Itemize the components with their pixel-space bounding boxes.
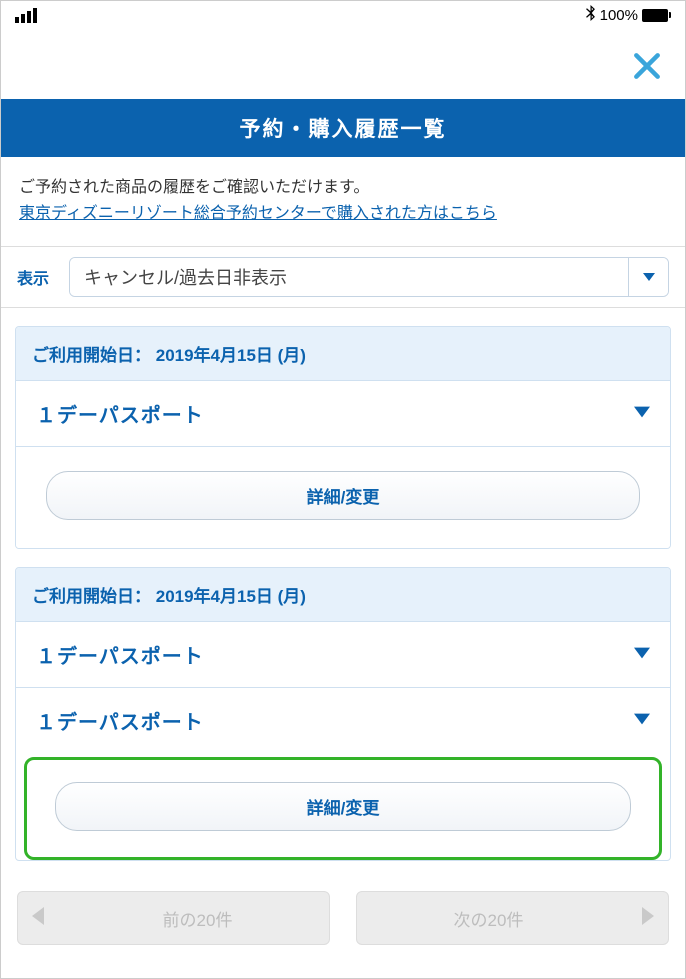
status-left <box>15 8 37 23</box>
booking-date-label: ご利用開始日： <box>32 587 151 606</box>
booking-item-title: １デーパスポート <box>36 706 204 735</box>
booking-date: ご利用開始日： 2019年4月15日 (月) <box>16 568 670 621</box>
chevron-down-icon <box>634 646 650 664</box>
pager: 前の20件 次の20件 <box>1 861 685 975</box>
filter-selected-value: キャンセル/過去日非表示 <box>70 258 628 296</box>
status-bar: 100% <box>1 1 685 31</box>
pager-next-button[interactable]: 次の20件 <box>356 891 669 945</box>
phone-frame: 100% 予約・購入履歴一覧 ご予約された商品の履歴をご確認いただけます。 東京… <box>0 0 686 979</box>
chevron-down-icon <box>628 258 668 296</box>
booking-action-area: 詳細/変更 <box>16 447 670 548</box>
booking-item-title: １デーパスポート <box>36 640 204 669</box>
battery-icon <box>642 9 671 22</box>
filter-select[interactable]: キャンセル/過去日非表示 <box>69 257 669 297</box>
filter-label: 表示 <box>17 265 49 289</box>
pager-prev-button[interactable]: 前の20件 <box>17 891 330 945</box>
chevron-left-icon <box>32 907 44 930</box>
status-right: 100% <box>585 5 671 25</box>
chevron-down-icon <box>634 712 650 730</box>
close-icon[interactable] <box>631 49 663 89</box>
booking-item-title: １デーパスポート <box>36 399 204 428</box>
intro-link[interactable]: 東京ディズニーリゾート総合予約センターで購入された方はこちら <box>19 205 497 222</box>
booking-date-value: 2019年4月15日 (月) <box>156 346 306 365</box>
pager-next-label: 次の20件 <box>357 906 620 931</box>
highlighted-action: 詳細/変更 <box>24 757 662 860</box>
booking-date: ご利用開始日： 2019年4月15日 (月) <box>16 327 670 380</box>
booking-date-value: 2019年4月15日 (月) <box>156 587 306 606</box>
booking-card: ご利用開始日： 2019年4月15日 (月) １デーパスポート １デーパスポート… <box>15 567 671 861</box>
chevron-right-icon <box>642 907 654 930</box>
intro-block: ご予約された商品の履歴をご確認いただけます。 東京ディズニーリゾート総合予約セン… <box>1 157 685 246</box>
booking-item-row[interactable]: １デーパスポート <box>16 380 670 446</box>
detail-change-button[interactable]: 詳細/変更 <box>46 471 640 520</box>
battery-percent: 100% <box>600 7 638 24</box>
close-row <box>1 31 685 99</box>
chevron-down-icon <box>634 405 650 423</box>
signal-icon <box>15 8 37 23</box>
booking-item-row[interactable]: １デーパスポート <box>16 687 670 753</box>
filter-row: 表示 キャンセル/過去日非表示 <box>1 246 685 308</box>
pager-prev-label: 前の20件 <box>66 906 329 931</box>
booking-item-row[interactable]: １デーパスポート <box>16 621 670 687</box>
page-title: 予約・購入履歴一覧 <box>1 99 685 157</box>
booking-card: ご利用開始日： 2019年4月15日 (月) １デーパスポート 詳細/変更 <box>15 326 671 549</box>
booking-date-label: ご利用開始日： <box>32 346 151 365</box>
intro-text: ご予約された商品の履歴をご確認いただけます。 <box>19 175 667 201</box>
detail-change-button[interactable]: 詳細/変更 <box>55 782 631 831</box>
bluetooth-icon <box>585 5 596 25</box>
